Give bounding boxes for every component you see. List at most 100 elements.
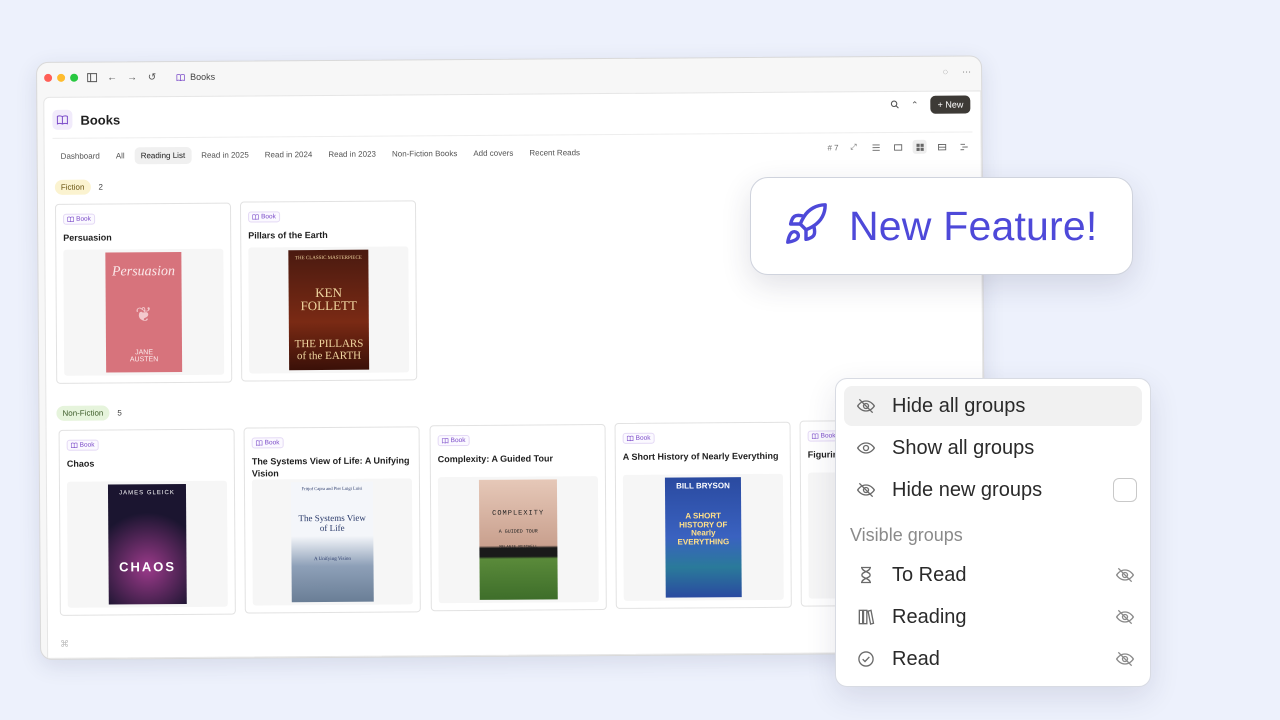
list-view-icon[interactable] (869, 140, 883, 154)
book-badge-label: Book (264, 439, 280, 447)
cover-area: BILL BRYSON A SHORT HISTORY OF Nearly EV… (622, 473, 784, 601)
tab-recent-reads[interactable]: Recent Reads (523, 144, 586, 161)
book-title: A Short History of Nearly Everything (622, 450, 779, 462)
tab-non-fiction-books[interactable]: Non-Fiction Books (386, 145, 463, 163)
group-item-reading[interactable]: Reading (844, 597, 1142, 637)
cover-title: COMPLEXITY (492, 509, 545, 518)
header-divider (52, 131, 973, 139)
header-actions: ⌃ + New (890, 95, 971, 114)
book-card-short-history[interactable]: Book A Short History of Nearly Everythin… (614, 421, 792, 609)
visible-groups-heading: Visible groups (850, 525, 963, 545)
cover-tagline: THE CLASSIC MASTERPIECE (294, 255, 362, 262)
more-options-icon[interactable]: ··· (962, 66, 971, 76)
search-icon[interactable] (890, 99, 899, 110)
back-arrow-icon[interactable]: ← (106, 71, 118, 83)
tab-dashboard[interactable]: Dashboard (55, 148, 106, 165)
book-cover-systems-view: Fritjof Capra and Pier Luigi Luisi The S… (290, 481, 374, 603)
hide-new-groups-item[interactable]: Hide new groups (844, 470, 1142, 510)
minimize-window-button[interactable] (57, 73, 66, 82)
cover-title: The Systems View of Life (298, 512, 366, 534)
book-badge-label: Book (450, 437, 466, 445)
book-badge-label: Book (820, 432, 836, 440)
cover-author: MELANIE MITCHELL (499, 545, 538, 550)
item-count[interactable]: # 7 (827, 143, 838, 152)
cover-area: COMPLEXITY A GUIDED TOUR MELANIE MITCHEL… (437, 476, 599, 604)
book-badge-label: Book (635, 434, 651, 442)
expand-icon[interactable]: ⤢ (847, 140, 861, 154)
forward-arrow-icon[interactable]: → (126, 71, 138, 83)
hourglass-icon (854, 563, 878, 587)
book-card-persuasion[interactable]: Book Persuasion Persuasion ❦ JANE AUSTEN (54, 202, 233, 384)
book-card-complexity[interactable]: Book Complexity: A Guided Tour COMPLEXIT… (429, 424, 607, 612)
hide-new-groups-checkbox[interactable] (1113, 478, 1137, 502)
tab-add-covers[interactable]: Add covers (467, 145, 519, 162)
cover-author: KEN FOLLETT (300, 284, 357, 314)
command-icon[interactable]: ⌘ (60, 639, 69, 650)
page-title: Books (80, 111, 121, 128)
group-count-non-fiction: 5 (117, 408, 122, 418)
close-window-button[interactable] (44, 73, 53, 82)
eye-off-icon[interactable] (1114, 564, 1136, 586)
tab-all[interactable]: All (110, 147, 131, 164)
book-cover-chaos: JAMES GLEICK CHAOS (107, 483, 187, 605)
book-badge: Book (63, 213, 95, 225)
card-view-icon[interactable] (891, 140, 905, 154)
tab-read-in-2023[interactable]: Read in 2023 (322, 146, 382, 163)
history-icon[interactable]: ↺ (146, 71, 158, 83)
cover-area: JAMES GLEICK CHAOS (66, 480, 228, 608)
cover-title: A SHORT HISTORY OF Nearly EVERYTHING (677, 511, 730, 547)
eye-off-icon (854, 478, 878, 502)
book-cover-pillars: THE CLASSIC MASTERPIECE KEN FOLLETT THE … (288, 249, 370, 371)
books-icon (854, 605, 878, 629)
group-item-to-read[interactable]: To Read (844, 555, 1142, 595)
cover-author: Fritjof Capra and Pier Luigi Luisi (301, 485, 363, 492)
cover-area: THE CLASSIC MASTERPIECE KEN FOLLETT THE … (248, 246, 410, 374)
cover-area: Fritjof Capra and Pier Luigi Luisi The S… (251, 478, 413, 606)
book-title: The Systems View of Life: A Unifying Vis… (251, 455, 410, 479)
hide-all-groups-item[interactable]: Hide all groups (844, 386, 1142, 426)
group-header-non-fiction[interactable]: Non-Fiction 5 (56, 405, 122, 421)
book-cover-complexity: COMPLEXITY A GUIDED TOUR MELANIE MITCHEL… (478, 479, 558, 600)
group-item-label: Reading (892, 605, 967, 628)
book-badge: Book (251, 437, 284, 449)
sync-icon[interactable]: ◌ (943, 67, 948, 77)
cover-area: Persuasion ❦ JANE AUSTEN (63, 248, 225, 376)
sidebar-toggle-icon[interactable] (86, 72, 98, 84)
book-icon (176, 72, 185, 81)
tab-read-in-2024[interactable]: Read in 2024 (259, 146, 319, 163)
group-item-read[interactable]: Read (844, 639, 1142, 679)
rocket-icon (783, 201, 829, 252)
cover-title: Persuasion (111, 264, 176, 280)
group-label-fiction: Fiction (54, 179, 91, 195)
book-card-systems-view-of-life[interactable]: Book The Systems View of Life: A Unifyin… (243, 426, 421, 614)
cover-title: THE PILLARS of the EARTH (294, 337, 364, 363)
chevron-up-icon[interactable]: ⌃ (911, 99, 919, 110)
book-card-pillars-of-the-earth[interactable]: Book Pillars of the Earth THE CLASSIC MA… (239, 200, 418, 382)
eye-icon (854, 436, 878, 460)
tab-read-in-2025[interactable]: Read in 2025 (195, 146, 255, 163)
eye-off-icon[interactable] (1114, 606, 1136, 628)
maximize-window-button[interactable] (70, 73, 79, 82)
page-header: Books (52, 109, 121, 130)
new-button[interactable]: + New (930, 95, 971, 114)
book-badge: Book (66, 439, 99, 451)
new-feature-text: New Feature! (849, 202, 1098, 249)
timeline-view-icon[interactable] (957, 139, 971, 153)
book-card-chaos[interactable]: Book Chaos JAMES GLEICK CHAOS (58, 428, 236, 616)
view-tabs: Dashboard All Reading List Read in 2025 … (55, 144, 586, 165)
eye-off-icon[interactable] (1114, 648, 1136, 670)
tab-reading-list[interactable]: Reading List (134, 146, 192, 165)
book-icon (52, 109, 73, 130)
window-title: Books (190, 71, 216, 82)
grid-view-icon[interactable] (912, 139, 927, 154)
window-controls (44, 73, 79, 82)
book-title: Persuasion (63, 232, 112, 243)
group-visibility-menu: Hide all groups Show all groups Hide new… (835, 378, 1151, 687)
window-tab[interactable]: Books (176, 72, 215, 82)
group-header-fiction[interactable]: Fiction 2 (54, 179, 103, 195)
table-view-icon[interactable] (935, 140, 949, 154)
book-badge: Book (622, 432, 655, 444)
hide-all-groups-label: Hide all groups (892, 394, 1026, 417)
cover-author: JAMES GLEICK (119, 490, 175, 497)
show-all-groups-item[interactable]: Show all groups (844, 428, 1142, 468)
